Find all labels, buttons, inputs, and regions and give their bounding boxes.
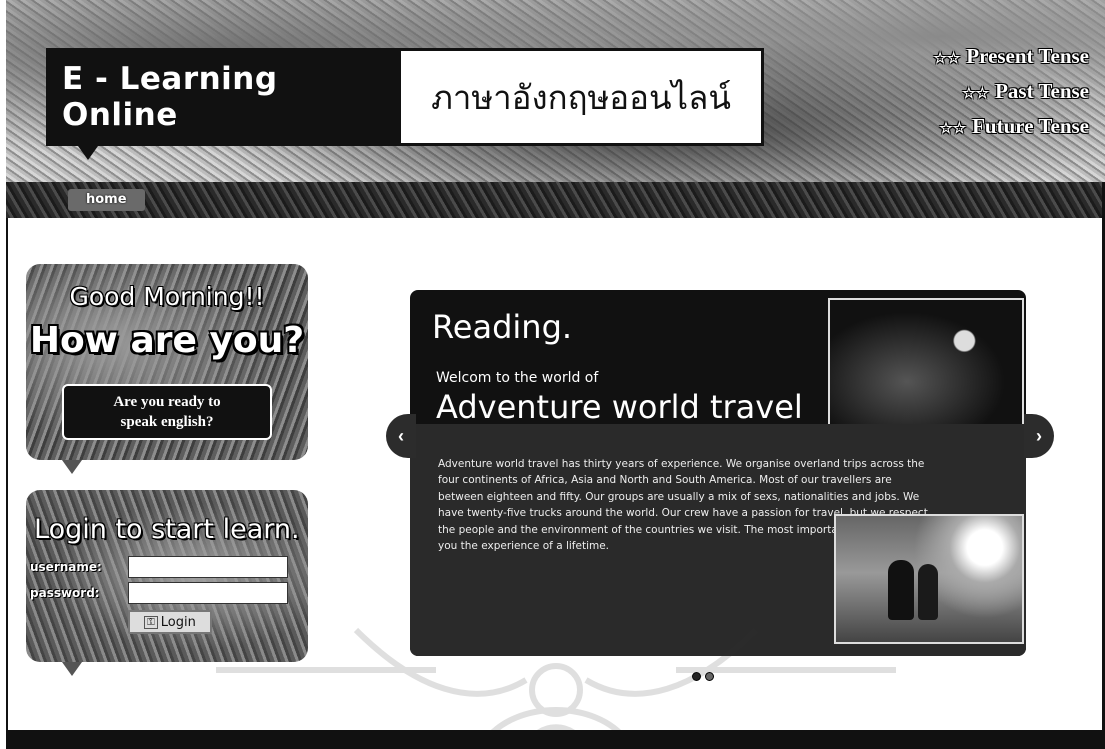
star-icon: ☆☆ [939,121,967,137]
slider-prev-arrow[interactable]: ‹ [386,414,416,458]
logo-english[interactable]: E - Learning Online [46,48,398,160]
site-header: E - Learning Online ภาษาอังกฤษออนไลน์ ☆☆… [6,0,1105,182]
slide-headline: Adventure world travel [436,388,803,426]
login-title: Login to start learn. [34,514,300,545]
star-icon: ☆☆ [933,51,961,67]
login-button-label: Login [160,614,196,630]
university-seal-watermark [216,627,896,749]
slider-next-arrow[interactable]: › [1024,414,1054,458]
password-label: password: [30,586,100,600]
username-label: username: [30,560,102,574]
password-field[interactable] [128,582,288,604]
tense-link-future[interactable]: ☆☆ Future Tense [933,110,1089,145]
slide-welcome: Welcom to the world of [436,370,599,386]
logo-thai: ภาษาอังกฤษออนไลน์ [398,48,764,146]
tense-label: Present Tense [966,44,1089,68]
key-icon: ⚿ [144,615,158,629]
nav-item-home[interactable]: home [68,189,145,211]
footer-bar [6,730,1105,749]
star-icon: ☆☆ [962,86,990,102]
reading-slider: Reading. Welcom to the world of Adventur… [410,290,1026,656]
logo-english-text: E - Learning Online [62,61,278,133]
ready-to-speak-button[interactable]: Are you ready to speak english? [62,384,272,440]
greeting-line-2: How are you? [29,320,305,361]
main-nav: home [6,182,1105,218]
tense-link-present[interactable]: ☆☆ Present Tense [933,40,1089,75]
tense-links: ☆☆ Present Tense ☆☆ Past Tense ☆☆ Future Te… [933,40,1089,145]
greeting-box: Good Morning!! How are you? Are you read… [26,264,308,474]
tense-link-past[interactable]: ☆☆ Past Tense [933,75,1089,110]
tense-label: Past Tense [995,79,1089,103]
slide-title: Reading. [432,308,573,346]
adventure-photo-top [828,298,1024,438]
tense-label: Future Tense [972,114,1089,138]
username-field[interactable] [128,556,288,578]
greeting-line-1: Good Morning!! [69,282,265,311]
